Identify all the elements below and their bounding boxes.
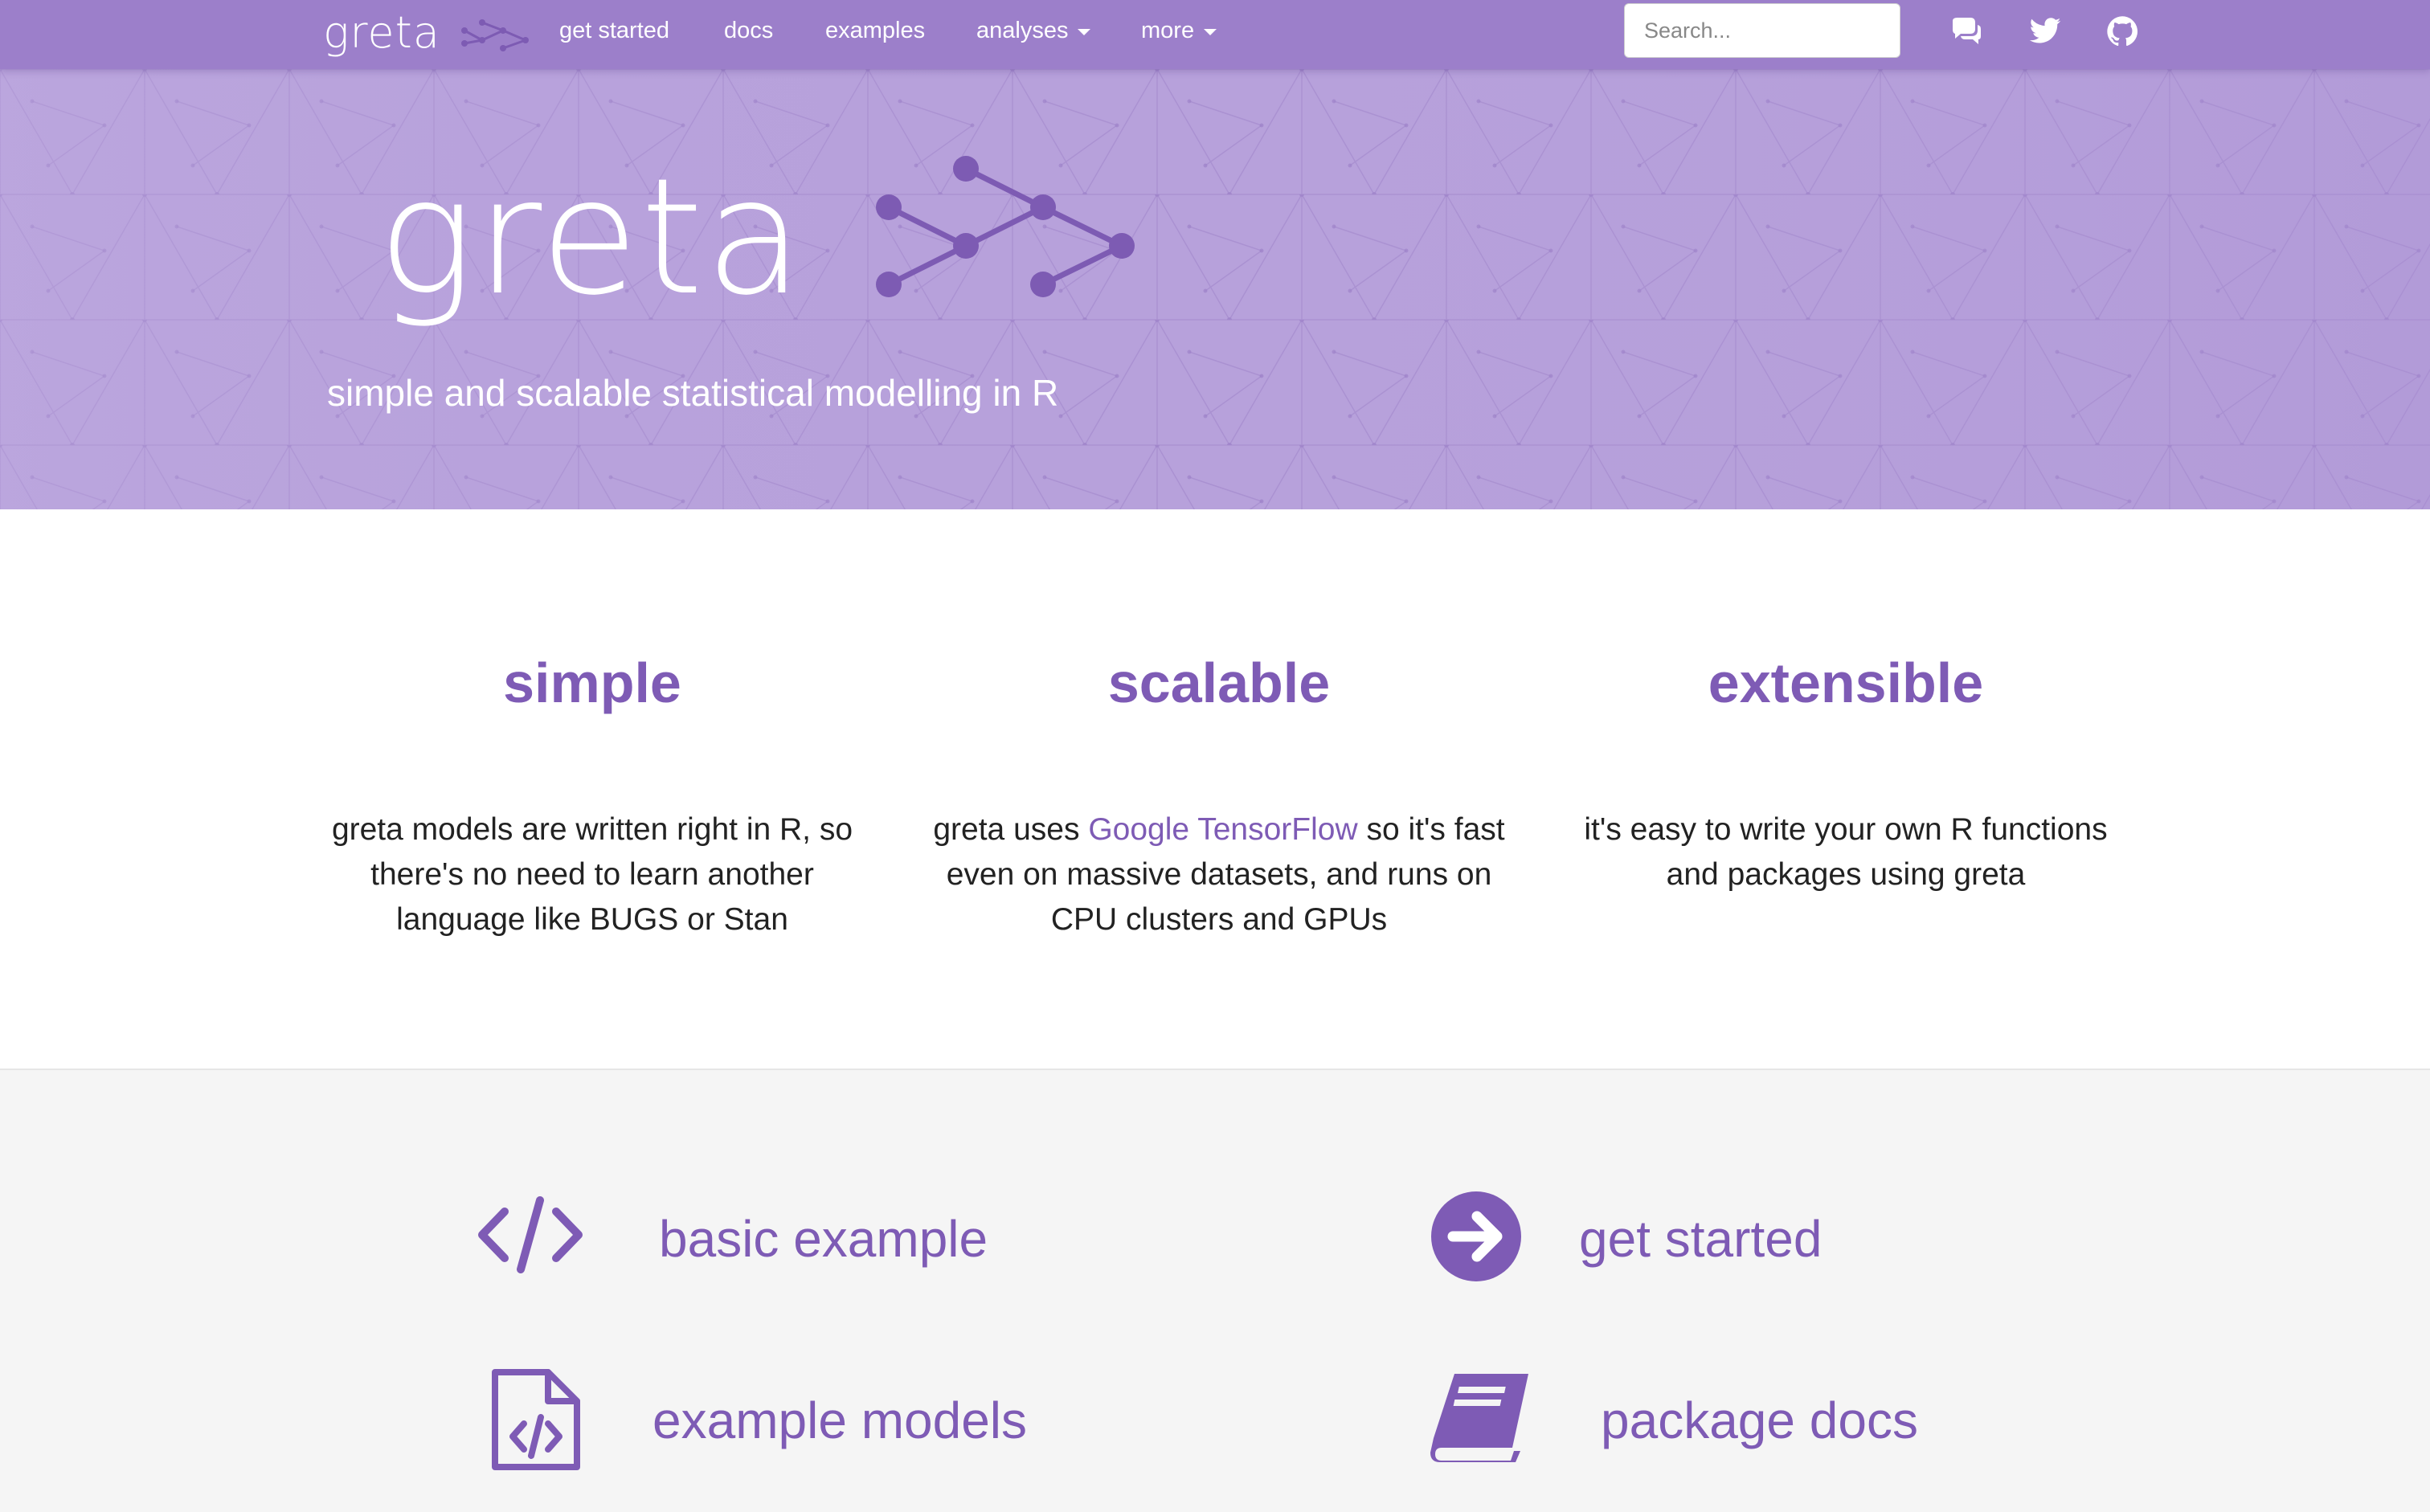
brand-name: greta	[323, 6, 440, 58]
nav-more-label: more	[1141, 17, 1195, 43]
feature-text: it's easy to write your own R functions …	[1584, 812, 2108, 892]
caret-down-icon	[1204, 29, 1217, 35]
feature-simple: simple greta models are written right in…	[303, 643, 882, 942]
feature-text: greta models are written right in R, so …	[331, 812, 853, 937]
file-code-icon	[492, 1369, 580, 1470]
caret-down-icon	[1078, 29, 1091, 35]
feature-scalable: scalable greta uses Google TensorFlow so…	[930, 643, 1508, 942]
tile-label: basic example	[659, 1210, 988, 1268]
basic-example-link[interactable]: basic example	[474, 1183, 1037, 1295]
feature-heading: extensible	[1708, 652, 1984, 714]
greta-logo-icon	[460, 19, 529, 51]
example-models-link[interactable]: example models	[474, 1359, 1101, 1480]
navbar: greta get started docs examples analyses…	[0, 0, 2430, 69]
nav-get-started[interactable]: get started	[559, 0, 669, 61]
brand-link[interactable]: greta	[323, 2, 532, 63]
github-icon[interactable]	[2105, 14, 2139, 48]
get-started-link[interactable]: get started	[1430, 1183, 1993, 1295]
search-input[interactable]	[1624, 3, 1900, 58]
package-docs-link[interactable]: package docs	[1430, 1359, 2057, 1480]
tile-label: get started	[1579, 1210, 1822, 1268]
book-icon	[1430, 1374, 1528, 1462]
feature-extensible: extensible it's easy to write your own R…	[1557, 643, 2135, 897]
triangle-mesh-background	[0, 69, 2430, 509]
hero-title: greta	[378, 144, 805, 331]
quick-links-panel: basic example get started example models	[0, 1069, 2430, 1512]
tile-label: example models	[652, 1391, 1027, 1449]
code-icon	[478, 1196, 583, 1273]
tile-label: package docs	[1601, 1391, 1918, 1449]
comments-icon[interactable]	[1949, 14, 1983, 48]
tensorflow-link[interactable]: Google TensorFlow	[1088, 812, 1357, 847]
arrow-circle-right-icon	[1431, 1191, 1521, 1281]
greta-logo-icon	[876, 156, 1135, 297]
hero-tagline: simple and scalable statistical modellin…	[327, 372, 1059, 414]
nav-analyses-dropdown[interactable]: analyses	[976, 0, 1091, 61]
nav-examples[interactable]: examples	[825, 0, 925, 61]
hero-banner: greta simple and scalable statistical mo…	[0, 69, 2430, 509]
nav-more-dropdown[interactable]: more	[1141, 0, 1217, 61]
feature-text: greta uses Google TensorFlow so it's fas…	[930, 807, 1508, 942]
feature-text-start: greta uses	[933, 812, 1089, 847]
feature-heading: simple	[503, 652, 681, 714]
twitter-icon[interactable]	[2028, 14, 2062, 48]
nav-docs[interactable]: docs	[724, 0, 773, 61]
feature-heading: scalable	[1107, 652, 1331, 714]
nav-analyses-label: analyses	[976, 17, 1069, 43]
